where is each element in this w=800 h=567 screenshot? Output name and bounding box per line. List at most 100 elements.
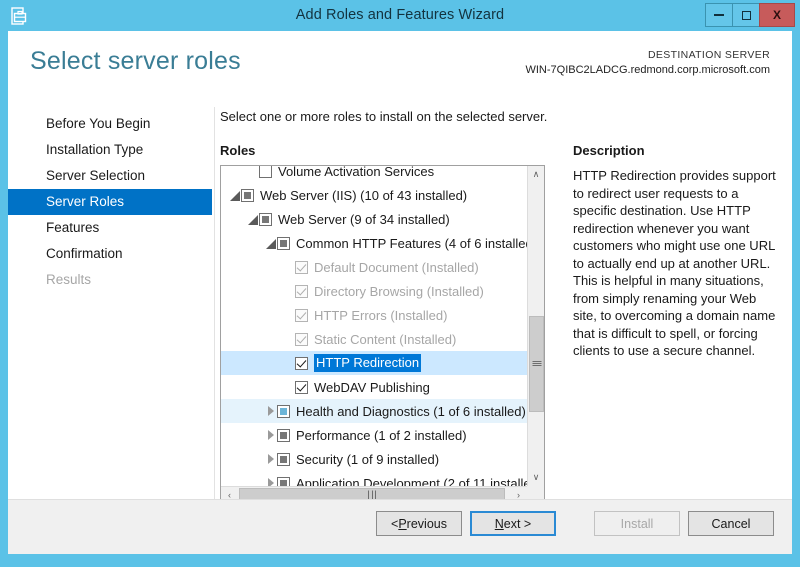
expander-icon (283, 285, 295, 297)
tree-row[interactable]: Default Document (Installed) (221, 255, 527, 279)
sidebar-item-installation-type[interactable]: Installation Type (8, 137, 212, 163)
tree-row-label: Common HTTP Features (4 of 6 installed) (296, 236, 527, 251)
checkbox-partial-icon[interactable] (277, 429, 290, 442)
tree-row-hover[interactable]: Health and Diagnostics (1 of 6 installed… (221, 399, 527, 423)
checkbox-installed-icon (295, 309, 308, 322)
previous-button[interactable]: < Previous (376, 511, 462, 536)
sidebar-item-before-you-begin[interactable]: Before You Begin (8, 111, 212, 137)
tree-row-label: Web Server (9 of 34 installed) (278, 212, 454, 227)
sidebar-item-server-roles[interactable]: Server Roles (8, 189, 212, 215)
expander-icon (283, 309, 295, 321)
expander-collapsed-icon[interactable] (265, 477, 277, 486)
scroll-up-button[interactable]: ∧ (528, 166, 544, 183)
tree-row[interactable]: Application Development (2 of 11 install… (221, 471, 527, 486)
minimize-icon (714, 14, 724, 16)
expander-expanded-icon[interactable] (265, 237, 277, 249)
destination-server-label: DESTINATION SERVER (525, 48, 770, 63)
sidebar-item-server-selection[interactable]: Server Selection (8, 163, 212, 189)
tree-row-label: Performance (1 of 2 installed) (296, 428, 471, 443)
tree-row-label: WebDAV Publishing (314, 380, 434, 395)
vertical-scroll-thumb[interactable] (529, 316, 544, 412)
checkbox-partial-icon[interactable] (277, 405, 290, 418)
footer-buttons: < Previous Next > Install Cancel (376, 511, 774, 536)
roles-tree-viewport: Volume Activation Services Web Server (I… (221, 166, 527, 486)
destination-server-name: WIN-7QIBC2LADCG.redmond.corp.microsoft.c… (525, 63, 770, 78)
previous-accel: P (398, 517, 406, 531)
page-title: Select server roles (30, 47, 241, 76)
checkbox-partial-icon[interactable] (241, 189, 254, 202)
expander-collapsed-icon[interactable] (265, 429, 277, 441)
tree-row-label: Directory Browsing (Installed) (314, 284, 488, 299)
checkbox-checked-icon[interactable] (295, 381, 308, 394)
tree-row-label: Default Document (Installed) (314, 260, 483, 275)
tree-row[interactable]: Security (1 of 9 installed) (221, 447, 527, 471)
sidebar-item-features[interactable]: Features (8, 215, 212, 241)
tree-row-label: Application Development (2 of 11 install… (296, 476, 527, 487)
expander-icon (247, 166, 259, 177)
expander-icon (283, 261, 295, 273)
expander-collapsed-icon[interactable] (265, 405, 277, 417)
tree-row-label: Security (1 of 9 installed) (296, 452, 443, 467)
close-button[interactable]: X (759, 3, 795, 27)
expander-expanded-icon[interactable] (247, 213, 259, 225)
next-label-post: ext > (504, 517, 531, 531)
tree-row-label: Static Content (Installed) (314, 332, 460, 347)
expander-icon (283, 357, 295, 369)
install-button: Install (594, 511, 680, 536)
tree-row[interactable]: Directory Browsing (Installed) (221, 279, 527, 303)
checkbox-partial-icon[interactable] (277, 477, 290, 487)
sidebar-item-results: Results (8, 267, 212, 293)
checkbox-checked-icon[interactable] (295, 357, 308, 370)
roles-tree[interactable]: Volume Activation Services Web Server (I… (220, 165, 545, 504)
expander-collapsed-icon[interactable] (265, 453, 277, 465)
instruction-text: Select one or more roles to install on t… (220, 109, 547, 124)
next-accel: N (495, 517, 504, 531)
tree-row-label: HTTP Redirection (314, 354, 421, 372)
checkbox-partial-icon[interactable] (277, 237, 290, 250)
expander-expanded-icon[interactable] (229, 189, 241, 201)
scroll-grip-icon (532, 360, 541, 368)
expander-icon (283, 333, 295, 345)
roles-label: Roles (220, 143, 255, 158)
tree-row[interactable]: Volume Activation Services (221, 166, 527, 183)
tree-row-label: Volume Activation Services (278, 166, 438, 179)
previous-label-post: revious (407, 517, 447, 531)
tree-row-label: Health and Diagnostics (1 of 6 installed… (296, 404, 527, 419)
wizard-window: Add Roles and Features Wizard X Select s… (0, 0, 800, 567)
expander-icon (283, 381, 295, 393)
sidebar-item-confirmation[interactable]: Confirmation (8, 241, 212, 267)
description-label: Description (573, 143, 645, 158)
tree-row[interactable]: Web Server (IIS) (10 of 43 installed) (221, 183, 527, 207)
tree-row[interactable]: HTTP Errors (Installed) (221, 303, 527, 327)
tree-row-selected[interactable]: HTTP Redirection (221, 351, 527, 375)
tree-row-label: Web Server (IIS) (10 of 43 installed) (260, 188, 471, 203)
client-area: Select server roles DESTINATION SERVER W… (8, 31, 792, 554)
footer-bar: < Previous Next > Install Cancel (8, 499, 792, 554)
tree-row[interactable]: WebDAV Publishing (221, 375, 527, 399)
checkbox-installed-icon (295, 261, 308, 274)
window-title: Add Roles and Features Wizard (0, 0, 800, 31)
tree-row[interactable]: Web Server (9 of 34 installed) (221, 207, 527, 231)
scroll-down-button[interactable]: ∨ (528, 469, 544, 486)
checkbox-partial-icon[interactable] (277, 453, 290, 466)
cancel-button[interactable]: Cancel (688, 511, 774, 536)
window-controls: X (706, 3, 795, 27)
tree-row-label: HTTP Errors (Installed) (314, 308, 451, 323)
tree-vertical-scrollbar[interactable]: ∧ ∨ (527, 166, 544, 486)
next-button[interactable]: Next > (470, 511, 556, 536)
checkbox-partial-icon[interactable] (259, 213, 272, 226)
tree-row[interactable]: Static Content (Installed) (221, 327, 527, 351)
roles-tree-rows: Volume Activation Services Web Server (I… (221, 166, 527, 486)
destination-server-block: DESTINATION SERVER WIN-7QIBC2LADCG.redmo… (525, 48, 770, 78)
minimize-button[interactable] (705, 3, 733, 27)
tree-row[interactable]: Performance (1 of 2 installed) (221, 423, 527, 447)
checkbox-unchecked-icon[interactable] (259, 166, 272, 178)
previous-label-pre: < (391, 517, 398, 531)
page-header: Select server roles DESTINATION SERVER W… (8, 31, 792, 95)
title-bar: Add Roles and Features Wizard X (0, 0, 800, 31)
maximize-button[interactable] (732, 3, 760, 27)
checkbox-installed-icon (295, 285, 308, 298)
nav-separator (214, 107, 215, 511)
description-text: HTTP Redirection provides support to red… (573, 167, 780, 360)
tree-row[interactable]: Common HTTP Features (4 of 6 installed) (221, 231, 527, 255)
